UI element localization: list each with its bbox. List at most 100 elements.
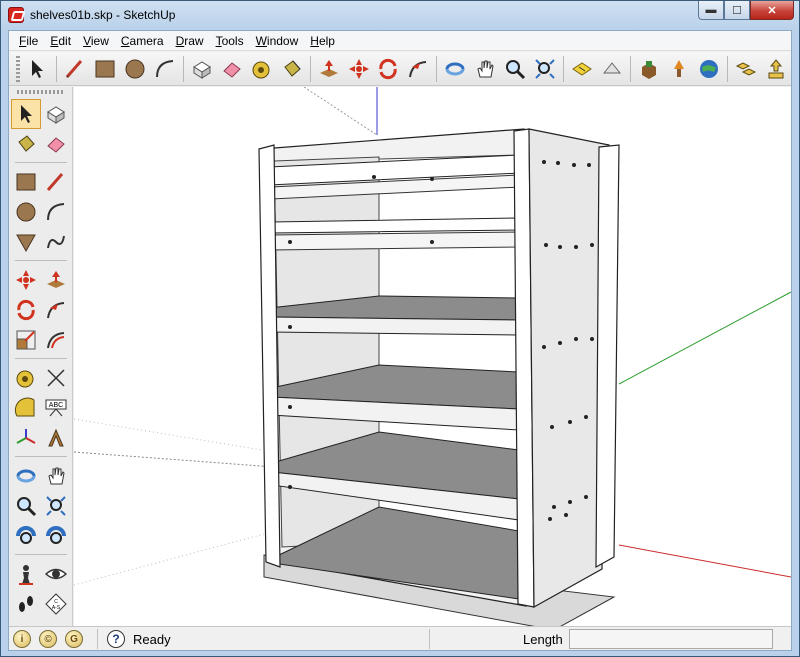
close-button[interactable]: ✕ [750, 1, 794, 20]
rotate-tool-button[interactable] [11, 295, 41, 325]
google-earth-button[interactable] [694, 54, 724, 84]
circle-icon [16, 202, 36, 222]
freehand-tool-button[interactable] [41, 227, 71, 257]
protractor-tool-button[interactable] [11, 393, 41, 423]
menu-draw-label: Draw [175, 33, 204, 48]
make-component-button[interactable] [187, 54, 217, 84]
section-plane-button[interactable]: C A-S [41, 589, 71, 619]
menu-camera[interactable]: Camera [115, 34, 170, 48]
share-model-button[interactable] [664, 54, 694, 84]
make-component-button[interactable] [41, 99, 71, 129]
push-pull-button[interactable] [41, 265, 71, 295]
select-tool-button[interactable] [23, 54, 53, 84]
previous-button[interactable] [41, 521, 71, 551]
zoom-tool-button[interactable] [11, 491, 41, 521]
axes-tool-button[interactable] [11, 423, 41, 453]
line-tool-button[interactable] [41, 167, 71, 197]
paint-bucket-button[interactable] [277, 54, 307, 84]
menu-accelerator: W [255, 33, 267, 48]
toolbar-separator [15, 456, 67, 457]
polygon-tool-button[interactable] [11, 227, 41, 257]
menu-file[interactable]: File [13, 34, 44, 48]
menu-accelerator: E [50, 33, 59, 48]
get-models-button[interactable] [634, 54, 664, 84]
follow-me-button[interactable] [403, 54, 433, 84]
toolbar-grip[interactable] [17, 90, 65, 94]
eraser-tool-button[interactable] [41, 129, 71, 159]
components-button[interactable] [731, 54, 761, 84]
text-icon: ABC [45, 399, 67, 417]
select-icon [31, 59, 43, 78]
sign-in-icon[interactable]: G [65, 630, 83, 648]
polygon-icon [16, 234, 36, 253]
toolbar-separator [563, 55, 565, 82]
credits-icon[interactable]: © [39, 630, 57, 648]
line-tool-button[interactable] [60, 54, 90, 84]
section-plane-icon: CA-S [45, 593, 67, 615]
menu-draw[interactable]: Draw [170, 34, 210, 48]
geo-location-icon[interactable]: i [13, 630, 31, 648]
menu-window[interactable]: Window [250, 34, 305, 48]
window-title: shelves01b.skp - SketchUp [30, 8, 176, 22]
circle-tool-button[interactable] [11, 197, 41, 227]
3d-text-tool-button[interactable] [41, 423, 71, 453]
follow-me-icon [409, 60, 427, 77]
arc-tool-button[interactable] [150, 54, 180, 84]
select-tool-button[interactable] [11, 99, 41, 129]
arc-tool-button[interactable] [41, 197, 71, 227]
orbit-tool-button[interactable] [440, 54, 470, 84]
rectangle-tool-button[interactable] [11, 167, 41, 197]
menu-accelerator: D [175, 33, 185, 48]
walk-tool-button[interactable] [11, 589, 41, 619]
circle-tool-button[interactable] [120, 54, 150, 84]
push-pull-button[interactable] [314, 54, 344, 84]
get-photo-button[interactable] [761, 54, 791, 84]
model-viewport[interactable] [74, 87, 791, 626]
model-canvas[interactable] [74, 87, 791, 626]
protractor-icon [14, 397, 35, 417]
maximize-button[interactable]: ☐ [724, 1, 750, 20]
next-view-icon [603, 61, 622, 73]
zoom-extents-icon [535, 58, 555, 79]
instructor-help-icon[interactable]: ? [107, 630, 125, 648]
menu-help[interactable]: Help [304, 34, 341, 48]
next-view-button[interactable] [597, 54, 627, 84]
offset-tool-button[interactable] [41, 325, 71, 355]
scale-tool-button[interactable] [11, 325, 41, 355]
push-pull-icon [47, 271, 65, 288]
menu-edit[interactable]: Edit [44, 34, 77, 48]
follow-me-button[interactable] [41, 295, 71, 325]
measurements-input[interactable] [569, 629, 773, 649]
menu-view[interactable]: View [77, 34, 115, 48]
orbit-tool-button[interactable] [11, 461, 41, 491]
large-tool-set: ABC C A-S [9, 87, 73, 626]
zoom-extents-button[interactable] [530, 54, 560, 84]
previous-view-button[interactable] [567, 54, 597, 84]
dimension-tool-button[interactable] [41, 363, 71, 393]
walk-icon [19, 596, 33, 612]
zoom-tool-button[interactable] [500, 54, 530, 84]
zoom-window-button[interactable] [41, 491, 71, 521]
position-camera-button[interactable] [11, 559, 41, 589]
paint-bucket-button[interactable] [11, 129, 41, 159]
move-tool-button[interactable] [11, 265, 41, 295]
text-tool-button[interactable]: ABC [41, 393, 71, 423]
toolbar-grip[interactable] [16, 55, 20, 82]
tape-measure-button[interactable] [11, 363, 41, 393]
minimize-button[interactable]: ▬ [698, 1, 724, 20]
menu-tools[interactable]: Tools [210, 34, 250, 48]
pan-tool-button[interactable] [41, 461, 71, 491]
look-around-button[interactable] [41, 559, 71, 589]
title-bar[interactable]: shelves01b.skp - SketchUp ▬ ☐ ✕ [1, 1, 799, 30]
line-icon [46, 173, 64, 191]
eraser-tool-button[interactable] [217, 54, 247, 84]
zoom-extents-button[interactable] [11, 521, 41, 551]
move-tool-button[interactable] [344, 54, 374, 84]
previous-view-icon [572, 61, 593, 76]
rectangle-tool-button[interactable] [90, 54, 120, 84]
pan-tool-button[interactable] [470, 54, 500, 84]
rotate-tool-button[interactable] [373, 54, 403, 84]
3d-text-icon [48, 428, 64, 447]
menu-accelerator: C [120, 33, 130, 48]
tape-measure-button[interactable] [247, 54, 277, 84]
